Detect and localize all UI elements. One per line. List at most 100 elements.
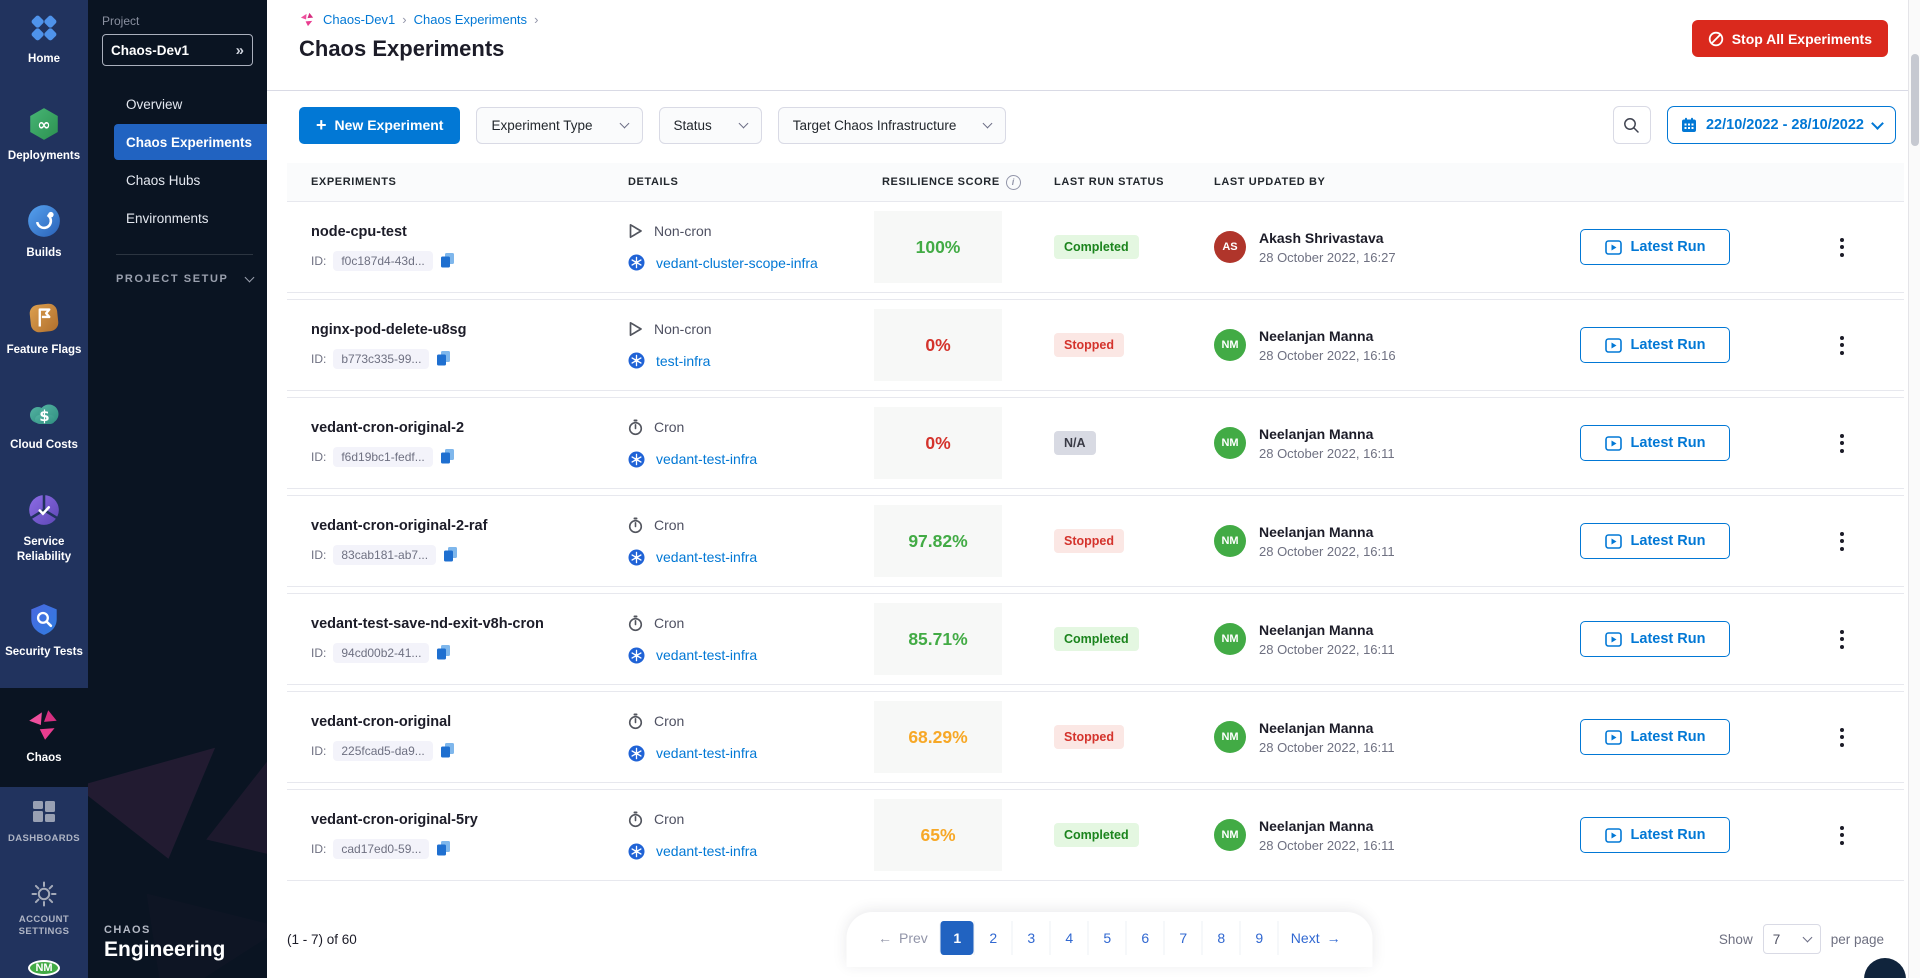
sidebar-item-feature-flags[interactable]: Feature Flags	[0, 289, 88, 370]
experiment-name[interactable]: vedant-cron-original-2-raf	[311, 518, 628, 534]
sidebar-item-deployments[interactable]: ∞ Deployments	[0, 95, 88, 176]
sidebar-item-account-settings[interactable]: ACCOUNT SETTINGS	[0, 870, 88, 951]
kebab-menu[interactable]	[1832, 720, 1852, 755]
prev-page-button[interactable]: ←Prev	[866, 921, 940, 955]
project-panel: Project Chaos-Dev1 » Overview Chaos Expe…	[88, 0, 267, 978]
menu-item-chaos-experiments[interactable]: Chaos Experiments	[114, 124, 267, 160]
copy-icon[interactable]	[436, 350, 451, 367]
experiment-name[interactable]: vedant-cron-original-5ry	[311, 812, 628, 828]
experiment-name[interactable]: vedant-test-save-nd-exit-v8h-cron	[311, 616, 628, 632]
avatar: NM	[1214, 329, 1246, 361]
copy-icon[interactable]	[440, 252, 455, 269]
run-report-icon	[1605, 436, 1622, 451]
sidebar-item-security-tests[interactable]: Security Tests	[0, 591, 88, 672]
sidebar-item-chaos[interactable]: Chaos	[0, 688, 88, 788]
resilience-score-tile: 97.82%	[874, 505, 1002, 577]
sidebar-item-cloud-costs[interactable]: $ Cloud Costs	[0, 386, 88, 465]
user-avatar[interactable]: NM	[28, 960, 60, 976]
scrollbar-thumb[interactable]	[1911, 54, 1919, 146]
infrastructure-link[interactable]: vedant-cluster-scope-infra	[656, 255, 818, 271]
infrastructure-link[interactable]: test-infra	[656, 353, 710, 369]
menu-item-overview[interactable]: Overview	[114, 86, 267, 122]
info-icon[interactable]: i	[1006, 175, 1021, 190]
kebab-menu[interactable]	[1832, 818, 1852, 853]
chaos-icon	[25, 706, 63, 744]
infrastructure-link[interactable]: vedant-test-infra	[656, 549, 757, 565]
stop-all-experiments-button[interactable]: Stop All Experiments	[1692, 20, 1888, 57]
breadcrumb-link-experiments[interactable]: Chaos Experiments	[414, 12, 527, 27]
filter-status[interactable]: Status	[659, 107, 762, 144]
latest-run-button[interactable]: Latest Run	[1580, 229, 1730, 265]
latest-run-button[interactable]: Latest Run	[1580, 425, 1730, 461]
experiment-name[interactable]: nginx-pod-delete-u8sg	[311, 322, 628, 338]
calendar-icon	[1681, 117, 1697, 133]
infrastructure-link[interactable]: vedant-test-infra	[656, 843, 757, 859]
menu-item-chaos-hubs[interactable]: Chaos Hubs	[114, 162, 267, 198]
date-range-picker[interactable]: 22/10/2022 - 28/10/2022	[1667, 106, 1896, 144]
updated-date: 28 October 2022, 16:11	[1259, 740, 1395, 755]
sidebar-item-service-reliability[interactable]: Service Reliability	[0, 481, 88, 577]
breadcrumb: Chaos-Dev1 › Chaos Experiments ›	[267, 0, 1920, 28]
page-button-6[interactable]: 6	[1126, 921, 1164, 955]
new-experiment-button[interactable]: + New Experiment	[299, 107, 460, 144]
next-page-button[interactable]: Next→	[1278, 921, 1353, 955]
copy-icon[interactable]	[440, 448, 455, 465]
latest-run-button[interactable]: Latest Run	[1580, 327, 1730, 363]
kebab-menu[interactable]	[1832, 230, 1852, 265]
table-row: node-cpu-test ID:f0c187d4-43d... Non-cro…	[287, 201, 1904, 293]
per-page-select[interactable]: 7	[1763, 924, 1821, 954]
id-label: ID:	[311, 450, 326, 464]
status-badge: Completed	[1054, 627, 1139, 651]
copy-icon[interactable]	[436, 840, 451, 857]
divider	[116, 254, 253, 255]
copy-icon[interactable]	[436, 644, 451, 661]
infrastructure-icon	[628, 647, 645, 664]
filter-target-chaos-infrastructure[interactable]: Target Chaos Infrastructure	[778, 107, 1007, 144]
sidebar-item-builds[interactable]: Builds	[0, 192, 88, 273]
show-label: Show	[1719, 932, 1753, 947]
page-button-8[interactable]: 8	[1202, 921, 1240, 955]
kebab-menu[interactable]	[1832, 524, 1852, 559]
breadcrumb-link-project[interactable]: Chaos-Dev1	[323, 12, 395, 27]
kebab-menu[interactable]	[1832, 426, 1852, 461]
experiment-name[interactable]: node-cpu-test	[311, 224, 628, 240]
page-button-7[interactable]: 7	[1164, 921, 1202, 955]
experiment-name[interactable]: vedant-cron-original	[311, 714, 628, 730]
infrastructure-link[interactable]: vedant-test-infra	[656, 745, 757, 761]
page-button-5[interactable]: 5	[1088, 921, 1126, 955]
resilience-score-value: 97.82%	[908, 531, 967, 552]
sidebar-item-dashboards[interactable]: DASHBOARDS	[0, 787, 88, 857]
menu-item-environments[interactable]: Environments	[114, 200, 267, 236]
copy-icon[interactable]	[443, 546, 458, 563]
page-button-3[interactable]: 3	[1012, 921, 1050, 955]
updated-date: 28 October 2022, 16:11	[1259, 642, 1395, 657]
page-button-1[interactable]: 1	[940, 921, 974, 955]
page-button-9[interactable]: 9	[1240, 921, 1278, 955]
experiment-name[interactable]: vedant-cron-original-2	[311, 420, 628, 436]
kebab-menu[interactable]	[1832, 328, 1852, 363]
page-button-4[interactable]: 4	[1050, 921, 1088, 955]
page-button-2[interactable]: 2	[974, 921, 1012, 955]
copy-icon[interactable]	[440, 742, 455, 759]
latest-run-button[interactable]: Latest Run	[1580, 719, 1730, 755]
filter-experiment-type[interactable]: Experiment Type	[476, 107, 642, 144]
stop-icon	[1708, 31, 1724, 47]
latest-run-button[interactable]: Latest Run	[1580, 817, 1730, 853]
project-name: Chaos-Dev1	[111, 43, 189, 58]
vertical-scrollbar[interactable]	[1908, 0, 1920, 978]
search-button[interactable]	[1613, 106, 1651, 144]
chaos-breadcrumb-icon	[299, 11, 316, 28]
sidebar-item-home[interactable]: Home	[0, 0, 88, 79]
latest-run-button[interactable]: Latest Run	[1580, 523, 1730, 559]
infrastructure-link[interactable]: vedant-test-infra	[656, 647, 757, 663]
chevron-down-icon	[983, 118, 993, 128]
status-badge: N/A	[1054, 431, 1096, 455]
project-selector[interactable]: Chaos-Dev1 »	[102, 34, 253, 66]
infrastructure-link[interactable]: vedant-test-infra	[656, 451, 757, 467]
kebab-menu[interactable]	[1832, 622, 1852, 657]
latest-run-button[interactable]: Latest Run	[1580, 621, 1730, 657]
expand-projects-icon[interactable]: »	[236, 42, 244, 59]
project-setup-toggle[interactable]: PROJECT SETUP	[116, 273, 253, 285]
experiment-id: 94cd00b2-41...	[333, 643, 429, 663]
toolbar: + New Experiment Experiment Type Status …	[267, 91, 1920, 159]
